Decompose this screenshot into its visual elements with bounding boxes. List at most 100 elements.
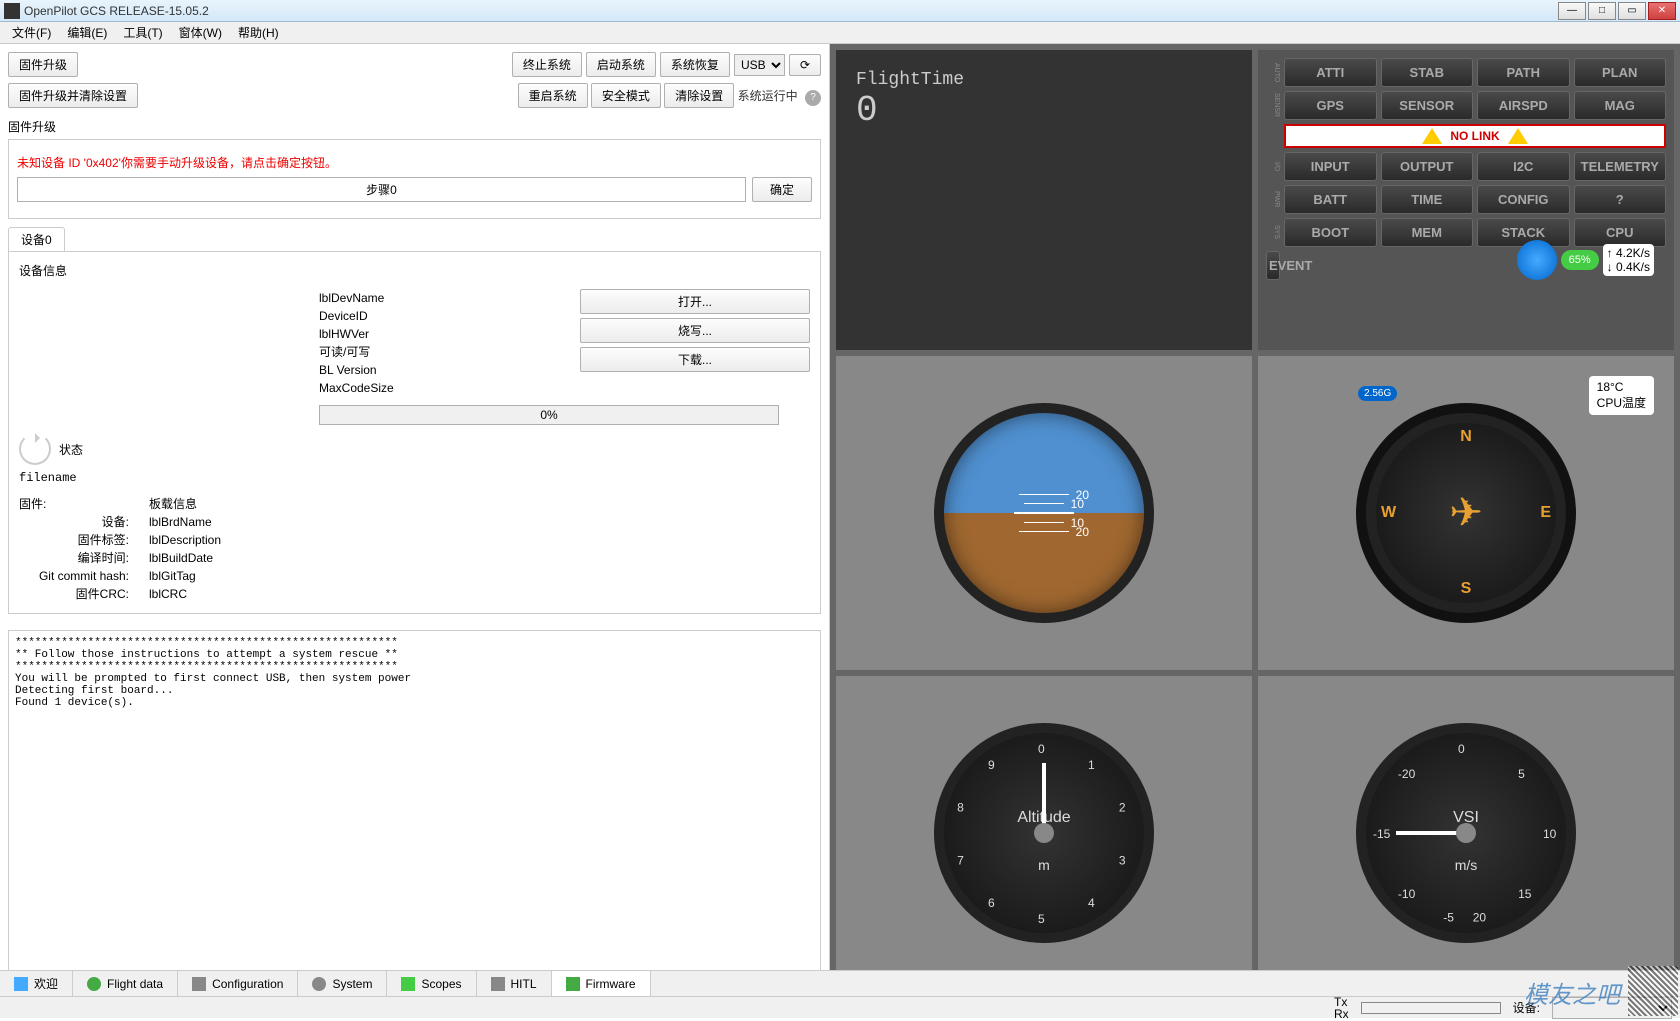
temp-badge: 18°C CPU温度 (1589, 376, 1654, 415)
flight-time-panel: FlightTime 0 (836, 50, 1252, 350)
status-bar: Tx Rx 设备: (0, 996, 1680, 1018)
altitude-gauge: Altitude m 0123456789 (934, 723, 1154, 943)
status-sensor: SENSOR (1381, 91, 1474, 120)
status-q: ? (1574, 185, 1667, 214)
attitude-gauge-panel: 20 10 10 20 (836, 356, 1252, 670)
status-i2c: I2C (1477, 152, 1570, 181)
no-link-banner: NO LINK (1284, 124, 1666, 148)
help-icon[interactable]: ? (805, 90, 821, 106)
board-info: 板载信息 (149, 495, 221, 513)
device-tab[interactable]: 设备0 (8, 227, 65, 251)
pct-badge: 65% (1561, 250, 1599, 270)
progress-indicator (1361, 1002, 1501, 1014)
burn-button[interactable]: 烧写... (580, 318, 810, 343)
download-button[interactable]: 下载... (580, 347, 810, 372)
menu-edit[interactable]: 编辑(E) (59, 22, 115, 43)
status-path: PATH (1477, 58, 1570, 87)
qr-code (1628, 966, 1678, 1016)
status-telemetry: TELEMETRY (1574, 152, 1667, 181)
filename-label: filename (19, 471, 810, 485)
device-label: 设备: (1513, 999, 1540, 1016)
window-title: OpenPilot GCS RELEASE-15.05.2 (24, 4, 1558, 18)
plane-icon: ✈ (1449, 490, 1483, 536)
fw-title: 固件: (19, 495, 129, 513)
firmware-panel: 固件升级 终止系统 启动系统 系统恢复 USB ⟳ 固件升级并清除设置 重启系统… (0, 44, 830, 996)
vsi-gauge: VSI m/s 05101520-20-15-10-5 (1356, 723, 1576, 943)
bottom-tabs: 欢迎 Flight data Configuration System Scop… (0, 970, 1680, 996)
status-airspd: AIRSPD (1477, 91, 1570, 120)
status-plan: PLAN (1574, 58, 1667, 87)
flight-time-value: 0 (856, 90, 1232, 131)
connection-select[interactable]: USB (734, 54, 785, 76)
reboot-button[interactable]: 重启系统 (518, 83, 588, 108)
status-input: INPUT (1284, 152, 1377, 181)
confirm-button[interactable]: 确定 (752, 177, 812, 202)
status-output: OUTPUT (1381, 152, 1474, 181)
close-button[interactable]: ✕ (1648, 2, 1676, 20)
tab-configuration[interactable]: Configuration (178, 971, 298, 996)
tab-system[interactable]: System (298, 971, 387, 996)
status-atti: ATTI (1284, 58, 1377, 87)
status-stab: STAB (1381, 58, 1474, 87)
chip-icon (566, 977, 580, 991)
warning-icon (1508, 128, 1528, 144)
minimize-button[interactable]: — (1558, 2, 1586, 20)
system-status-grid: AUTO ATTI STAB PATH PLAN SENSR GPS SENSO… (1258, 50, 1674, 350)
error-message: 未知设备 ID '0x402'你需要手动升级设备，请点击确定按钮。 (17, 154, 812, 171)
reload-icon (19, 433, 51, 465)
status-time: TIME (1381, 185, 1474, 214)
wrench-icon (192, 977, 206, 991)
upgrade-clear-button[interactable]: 固件升级并清除设置 (8, 83, 138, 108)
device-properties: lblDevName DeviceID lblHWVer 可读/可写 BL Ve… (319, 289, 394, 397)
status-config: CONFIG (1477, 185, 1570, 214)
network-overlay: 65% ↑ 4.2K/s ↓ 0.4K/s (1517, 240, 1654, 280)
maximize-button[interactable]: ▭ (1618, 2, 1646, 20)
bird-icon (1517, 240, 1557, 280)
attitude-indicator: 20 10 10 20 (934, 403, 1154, 623)
device-info-label: 设备信息 (19, 262, 810, 279)
ghz-badge: 2.56G (1358, 386, 1397, 401)
clear-settings-button[interactable]: 清除设置 (664, 83, 734, 108)
txrx-indicator: Tx Rx (1334, 996, 1349, 1020)
open-button[interactable]: 打开... (580, 289, 810, 314)
start-button[interactable]: 启动系统 (586, 52, 656, 77)
status-boot: BOOT (1284, 218, 1377, 247)
tab-scopes[interactable]: Scopes (387, 971, 476, 996)
menu-tools[interactable]: 工具(T) (115, 22, 170, 43)
restore-button[interactable]: □ (1588, 2, 1616, 20)
warning-icon (1422, 128, 1442, 144)
status-mem: MEM (1381, 218, 1474, 247)
status-batt: BATT (1284, 185, 1377, 214)
gear-icon (312, 977, 326, 991)
status-label: 状态 (59, 441, 83, 458)
status-gps: GPS (1284, 91, 1377, 120)
globe-icon (87, 977, 101, 991)
section-title: 固件升级 (8, 118, 821, 135)
terminate-button[interactable]: 终止系统 (512, 52, 582, 77)
scope-icon (401, 977, 415, 991)
console-output: ****************************************… (8, 630, 821, 988)
status-mag: MAG (1574, 91, 1667, 120)
refresh-button[interactable]: ⟳ (789, 54, 821, 76)
tab-welcome[interactable]: 欢迎 (0, 971, 73, 996)
safemode-button[interactable]: 安全模式 (591, 83, 661, 108)
firmware-upgrade-button[interactable]: 固件升级 (8, 52, 78, 77)
menu-bar: 文件(F) 编辑(E) 工具(T) 窗体(W) 帮助(H) (0, 22, 1680, 44)
step-display: 步骤0 (17, 177, 746, 202)
restore-button[interactable]: 系统恢复 (660, 52, 730, 77)
altitude-gauge-panel: Altitude m 0123456789 (836, 676, 1252, 990)
app-icon (4, 3, 20, 19)
flight-time-label: FlightTime (856, 70, 1232, 90)
menu-help[interactable]: 帮助(H) (230, 22, 287, 43)
menu-window[interactable]: 窗体(W) (171, 22, 230, 43)
system-status: 系统运行中 (738, 89, 798, 103)
title-bar: OpenPilot GCS RELEASE-15.05.2 — □ ▭ ✕ (0, 0, 1680, 22)
gamepad-icon (491, 977, 505, 991)
tab-hitl[interactable]: HITL (477, 971, 552, 996)
menu-file[interactable]: 文件(F) (4, 22, 59, 43)
tab-firmware[interactable]: Firmware (552, 971, 651, 996)
compass-gauge-panel: N S E W ✈ 2.56G 18°C CPU温度 (1258, 356, 1674, 670)
welcome-icon (14, 977, 28, 991)
tab-flight-data[interactable]: Flight data (73, 971, 178, 996)
speed-badge: ↑ 4.2K/s ↓ 0.4K/s (1603, 244, 1654, 277)
